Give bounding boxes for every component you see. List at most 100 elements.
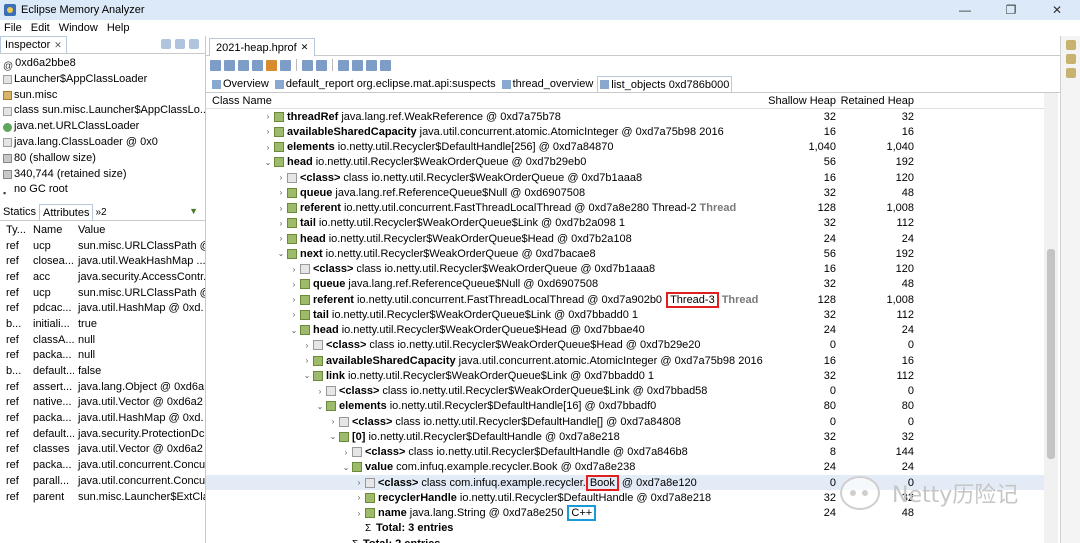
collapsed-icon[interactable]: › — [353, 478, 365, 487]
tab-thread-overview[interactable]: thread_overview — [500, 76, 596, 92]
expanded-icon[interactable]: ⌄ — [262, 158, 274, 167]
collapsed-icon[interactable]: › — [275, 188, 287, 197]
col-value[interactable]: Value — [74, 224, 205, 236]
menu-window[interactable]: Window — [59, 22, 98, 34]
close-button[interactable]: ✕ — [1034, 0, 1080, 20]
tree-row[interactable]: › <class> class io.netty.util.Recycler$Wea… — [206, 262, 1044, 277]
tree-row[interactable]: › <class> class io.netty.util.Recycler$Def… — [206, 445, 1044, 460]
collapsed-icon[interactable]: › — [288, 310, 300, 319]
minimize-button[interactable]: — — [942, 0, 988, 20]
tree-row[interactable]: ⌄ elements io.netty.util.Recycler$DefaultH… — [206, 399, 1044, 414]
expanded-icon[interactable]: ⌄ — [288, 326, 300, 335]
tree-row[interactable]: › tail io.netty.util.Recycler$WeakOrderQue… — [206, 307, 1044, 322]
tree-row[interactable]: › elements io.netty.util.Recycler$DefaultH… — [206, 140, 1044, 155]
menu-edit[interactable]: Edit — [31, 22, 50, 34]
collapsed-icon[interactable]: › — [301, 356, 313, 365]
table-row[interactable]: ref pdcac... java.util.HashMap @ 0xd. — [0, 300, 205, 316]
notes-icon[interactable] — [1066, 54, 1076, 64]
collapsed-icon[interactable]: › — [262, 112, 274, 121]
table-row[interactable]: ref closea... java.util.WeakHashMap ... — [0, 253, 205, 269]
collapsed-icon[interactable]: › — [353, 493, 365, 502]
tab-attributes[interactable]: Attributes — [39, 204, 94, 220]
collapsed-icon[interactable]: › — [275, 219, 287, 228]
thread-icon[interactable] — [266, 59, 277, 71]
tree-row[interactable]: › availableSharedCapacity java.util.concur… — [206, 353, 1044, 368]
col-class-name[interactable]: Class Name — [206, 95, 764, 107]
table-row[interactable]: ref classA... null — [0, 332, 205, 348]
collapsed-icon[interactable]: › — [288, 265, 300, 274]
tree-row[interactable]: › threadRef java.lang.ref.WeakReference @ … — [206, 109, 1044, 124]
dominator-tree-icon[interactable] — [238, 59, 249, 71]
table-row[interactable]: ref packa... java.util.concurrent.Concu — [0, 457, 205, 473]
expanded-icon[interactable]: ⌄ — [275, 249, 287, 258]
tab-heap-file[interactable]: 2021-heap.hprof ✕ — [209, 38, 316, 56]
tree-row[interactable]: ⌄ [0] io.netty.util.Recycler$DefaultHandle… — [206, 429, 1044, 444]
collapsed-icon[interactable]: › — [301, 341, 313, 350]
table-row[interactable]: ref parent sun.misc.Launcher$ExtCla — [0, 489, 205, 505]
collapsed-icon[interactable]: › — [288, 295, 300, 304]
sync-icon[interactable] — [175, 39, 185, 49]
table-row[interactable]: ref default... java.security.ProtectionDc — [0, 426, 205, 442]
tree-row[interactable]: ⌄ link io.netty.util.Recycler$WeakOrderQue… — [206, 368, 1044, 383]
expanded-icon[interactable]: ⌄ — [314, 402, 326, 411]
table-row[interactable]: ref ucp sun.misc.URLClassPath @ — [0, 238, 205, 254]
tab-statics[interactable]: Statics — [0, 204, 39, 220]
tree-row[interactable]: › <class> class io.netty.util.Recycler$Wea… — [206, 170, 1044, 185]
vertical-scrollbar[interactable] — [1044, 93, 1058, 543]
table-row[interactable]: ref acc java.security.AccessContr... — [0, 269, 205, 285]
collapsed-icon[interactable]: › — [314, 387, 326, 396]
tree-row[interactable]: › tail io.netty.util.Recycler$WeakOrderQue… — [206, 216, 1044, 231]
tree-row[interactable]: › head io.netty.util.Recycler$WeakOrderQue… — [206, 231, 1044, 246]
search-icon[interactable] — [316, 59, 327, 71]
collapsed-icon[interactable]: › — [275, 173, 287, 182]
navigation-icon[interactable] — [1066, 68, 1076, 78]
table-row[interactable]: ref packa... java.util.HashMap @ 0xd. — [0, 410, 205, 426]
report-icon[interactable] — [280, 59, 291, 71]
tree-row[interactable]: › referent io.netty.util.concurrent.FastTh… — [206, 201, 1044, 216]
scrollbar-thumb[interactable] — [1047, 249, 1055, 459]
collapsed-icon[interactable]: › — [262, 143, 274, 152]
table-row[interactable]: ref ucp sun.misc.URLClassPath @ — [0, 285, 205, 301]
collapsed-icon[interactable]: › — [327, 417, 339, 426]
table-row[interactable]: ref native... java.util.Vector @ 0xd6a2 — [0, 395, 205, 411]
collapsed-icon[interactable]: › — [288, 280, 300, 289]
table-row[interactable]: b... initiali... true — [0, 316, 205, 332]
table-row[interactable]: ref classes java.util.Vector @ 0xd6a2 — [0, 442, 205, 458]
tree-row[interactable]: ⌄ head io.netty.util.Recycler$WeakOrderQue… — [206, 323, 1044, 338]
table-row[interactable]: b... default... false — [0, 363, 205, 379]
col-name[interactable]: Name — [30, 224, 74, 236]
expanded-icon[interactable]: ⌄ — [327, 432, 339, 441]
tree-row[interactable]: ⌄ head io.netty.util.Recycler$WeakOrderQue… — [206, 155, 1044, 170]
col-type[interactable]: Ty... — [0, 224, 30, 236]
tab-default-report[interactable]: default_report org.eclipse.mat.api:suspe… — [273, 76, 498, 92]
table-row[interactable]: ref assert... java.lang.Object @ 0xd6a — [0, 379, 205, 395]
tree-row[interactable]: › <class> class io.netty.util.Recycler$Def… — [206, 414, 1044, 429]
tab-inspector[interactable]: Inspector ✕ — [0, 36, 67, 53]
expanded-icon[interactable]: ⌄ — [301, 371, 313, 380]
tree-row[interactable]: › referent io.netty.util.concurrent.FastTh… — [206, 291, 1044, 308]
col-shallow-heap[interactable]: Shallow Heap — [764, 95, 836, 107]
tree-row[interactable]: ΣTotal: 2 entries — [206, 536, 1044, 543]
tree-row[interactable]: › queue java.lang.ref.ReferenceQueue$Null … — [206, 277, 1044, 292]
query-browser-icon[interactable] — [302, 59, 313, 71]
menu-file[interactable]: File — [4, 22, 22, 34]
tree-row[interactable]: ⌄ value com.infuq.example.recycler.Book @ … — [206, 460, 1044, 475]
tree-row[interactable]: › <class> class io.netty.util.Recycler$Wea… — [206, 384, 1044, 399]
calculate-icon[interactable] — [352, 59, 363, 71]
histogram-icon[interactable] — [224, 59, 235, 71]
collapsed-icon[interactable]: › — [353, 509, 365, 518]
collapsed-icon[interactable]: › — [275, 234, 287, 243]
group-icon[interactable] — [338, 59, 349, 71]
tree-row[interactable]: Σ Total: 3 entries — [206, 521, 1044, 536]
restore-button[interactable]: ❐ — [988, 0, 1034, 20]
tree-row[interactable]: › availableSharedCapacity java.util.concur… — [206, 124, 1044, 139]
options-icon[interactable] — [380, 59, 391, 71]
pin-icon[interactable] — [161, 39, 171, 49]
tree-row[interactable]: › queue java.lang.ref.ReferenceQueue$Null … — [206, 185, 1044, 200]
collapsed-icon[interactable]: › — [262, 127, 274, 136]
tree-row[interactable]: ⌄ next io.netty.util.Recycler$WeakOrderQue… — [206, 246, 1044, 261]
expanded-icon[interactable]: ⌄ — [340, 463, 352, 472]
minimize-view-icon[interactable] — [189, 39, 199, 49]
export-icon[interactable] — [366, 59, 377, 71]
tree-row[interactable]: › <class> class io.netty.util.Recycler$Wea… — [206, 338, 1044, 353]
